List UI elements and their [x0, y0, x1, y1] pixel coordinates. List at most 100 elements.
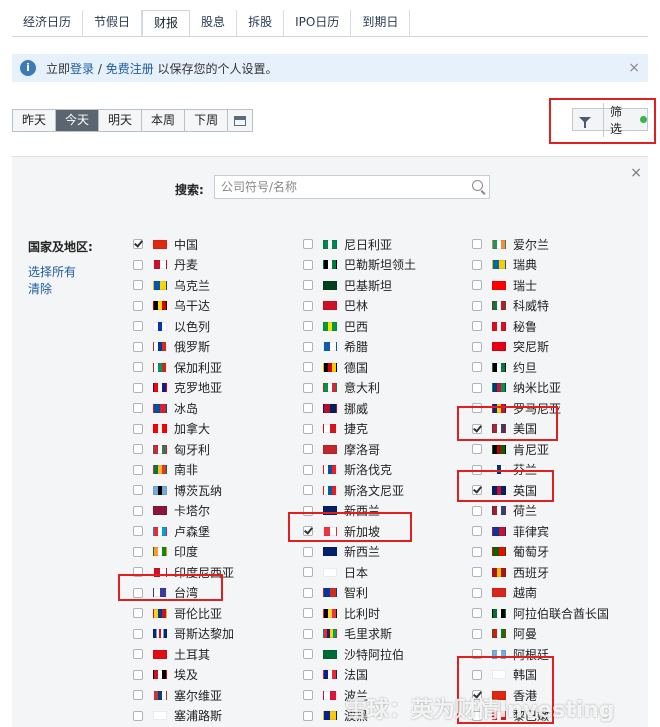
- country-checkbox[interactable]: [303, 628, 313, 639]
- country-row[interactable]: 冰岛: [133, 398, 234, 419]
- tab-item[interactable]: 经济日历: [12, 10, 84, 36]
- country-row[interactable]: 毛里求斯: [303, 624, 416, 645]
- country-row[interactable]: 约旦: [472, 357, 609, 378]
- country-checkbox[interactable]: [133, 669, 143, 680]
- country-checkbox[interactable]: [133, 382, 143, 393]
- country-checkbox[interactable]: [303, 485, 313, 496]
- country-checkbox[interactable]: [472, 259, 482, 270]
- country-row[interactable]: 丹麦: [133, 255, 234, 276]
- country-checkbox[interactable]: [303, 239, 313, 250]
- close-icon[interactable]: ×: [630, 165, 642, 181]
- country-row[interactable]: 加拿大: [133, 419, 234, 440]
- day-button[interactable]: 本周: [142, 110, 186, 131]
- select-all-link[interactable]: 选择所有: [28, 263, 76, 280]
- day-button[interactable]: 昨天: [13, 110, 57, 131]
- country-checkbox[interactable]: [472, 341, 482, 352]
- country-checkbox[interactable]: [303, 362, 313, 373]
- country-checkbox[interactable]: [303, 608, 313, 619]
- country-checkbox[interactable]: [303, 423, 313, 434]
- country-checkbox[interactable]: [133, 423, 143, 434]
- country-checkbox[interactable]: [472, 321, 482, 332]
- day-button[interactable]: 明天: [99, 110, 143, 131]
- country-checkbox[interactable]: [303, 280, 313, 291]
- day-button[interactable]: 下周: [185, 110, 229, 131]
- country-row[interactable]: 日本: [303, 562, 416, 583]
- country-row[interactable]: 博茨瓦纳: [133, 480, 234, 501]
- country-row[interactable]: 摩洛哥: [303, 439, 416, 460]
- country-row[interactable]: 纳米比亚: [472, 378, 609, 399]
- country-row[interactable]: 南非: [133, 460, 234, 481]
- country-checkbox[interactable]: [472, 546, 482, 557]
- tab-item[interactable]: 节假日: [83, 10, 143, 36]
- country-checkbox[interactable]: [133, 259, 143, 270]
- country-row[interactable]: 以色列: [133, 316, 234, 337]
- country-checkbox[interactable]: [472, 608, 482, 619]
- country-checkbox[interactable]: [133, 341, 143, 352]
- country-row[interactable]: 匈牙利: [133, 439, 234, 460]
- country-checkbox[interactable]: [133, 649, 143, 660]
- country-checkbox[interactable]: [472, 239, 482, 250]
- country-checkbox[interactable]: [133, 608, 143, 619]
- country-row[interactable]: 沙特阿拉伯: [303, 644, 416, 665]
- country-checkbox[interactable]: [472, 567, 482, 578]
- country-row[interactable]: 阿曼: [472, 624, 609, 645]
- country-checkbox[interactable]: [303, 649, 313, 660]
- close-icon[interactable]: ×: [628, 60, 640, 76]
- country-checkbox[interactable]: [472, 444, 482, 455]
- country-row[interactable]: 西班牙: [472, 562, 609, 583]
- country-row[interactable]: 阿拉伯联合酋长国: [472, 603, 609, 624]
- country-checkbox[interactable]: [303, 464, 313, 475]
- country-row[interactable]: 埃及: [133, 665, 234, 686]
- tab-item[interactable]: 财报: [142, 10, 191, 36]
- country-row[interactable]: 挪威: [303, 398, 416, 419]
- country-row[interactable]: 越南: [472, 583, 609, 604]
- country-row[interactable]: 科威特: [472, 296, 609, 317]
- country-checkbox[interactable]: [303, 669, 313, 680]
- country-row[interactable]: 瑞士: [472, 275, 609, 296]
- country-checkbox[interactable]: [133, 526, 143, 537]
- country-checkbox[interactable]: [303, 300, 313, 311]
- filter-button[interactable]: 筛选: [572, 102, 648, 137]
- login-link[interactable]: 登录: [70, 62, 94, 76]
- tab-item[interactable]: IPO日历: [284, 10, 352, 36]
- country-row[interactable]: 巴林: [303, 296, 416, 317]
- country-row[interactable]: 卢森堡: [133, 521, 234, 542]
- country-checkbox[interactable]: [133, 464, 143, 475]
- clear-link[interactable]: 清除: [28, 280, 52, 297]
- country-checkbox[interactable]: [133, 280, 143, 291]
- country-row[interactable]: 捷克: [303, 419, 416, 440]
- country-checkbox[interactable]: [303, 382, 313, 393]
- country-row[interactable]: 中国: [133, 234, 234, 255]
- country-row[interactable]: 塞尔维亚: [133, 685, 234, 706]
- country-checkbox[interactable]: [303, 321, 313, 332]
- country-checkbox[interactable]: [472, 505, 482, 516]
- country-checkbox[interactable]: [133, 239, 143, 250]
- country-checkbox[interactable]: [303, 403, 313, 414]
- country-checkbox[interactable]: [133, 628, 143, 639]
- country-row[interactable]: 智利: [303, 583, 416, 604]
- country-row[interactable]: 葡萄牙: [472, 542, 609, 563]
- country-checkbox[interactable]: [303, 710, 313, 721]
- country-row[interactable]: 秘鲁: [472, 316, 609, 337]
- country-checkbox[interactable]: [133, 321, 143, 332]
- country-row[interactable]: 土耳其: [133, 644, 234, 665]
- country-row[interactable]: 意大利: [303, 378, 416, 399]
- register-link[interactable]: 免费注册: [106, 62, 154, 76]
- search-icon[interactable]: [472, 180, 483, 191]
- calendar-button[interactable]: [228, 110, 253, 131]
- country-row[interactable]: 印度: [133, 542, 234, 563]
- country-checkbox[interactable]: [472, 628, 482, 639]
- country-row[interactable]: 塞浦路斯: [133, 706, 234, 727]
- country-row[interactable]: 突尼斯: [472, 337, 609, 358]
- country-row[interactable]: 尼日利亚: [303, 234, 416, 255]
- country-row[interactable]: 斯洛文尼亚: [303, 480, 416, 501]
- country-row[interactable]: 巴勒斯坦领土: [303, 255, 416, 276]
- country-checkbox[interactable]: [133, 505, 143, 516]
- country-checkbox[interactable]: [133, 362, 143, 373]
- country-checkbox[interactable]: [133, 300, 143, 311]
- country-checkbox[interactable]: [303, 341, 313, 352]
- country-row[interactable]: 肯尼亚: [472, 439, 609, 460]
- country-row[interactable]: 斯洛伐克: [303, 460, 416, 481]
- country-row[interactable]: 菲律宾: [472, 521, 609, 542]
- country-row[interactable]: 德国: [303, 357, 416, 378]
